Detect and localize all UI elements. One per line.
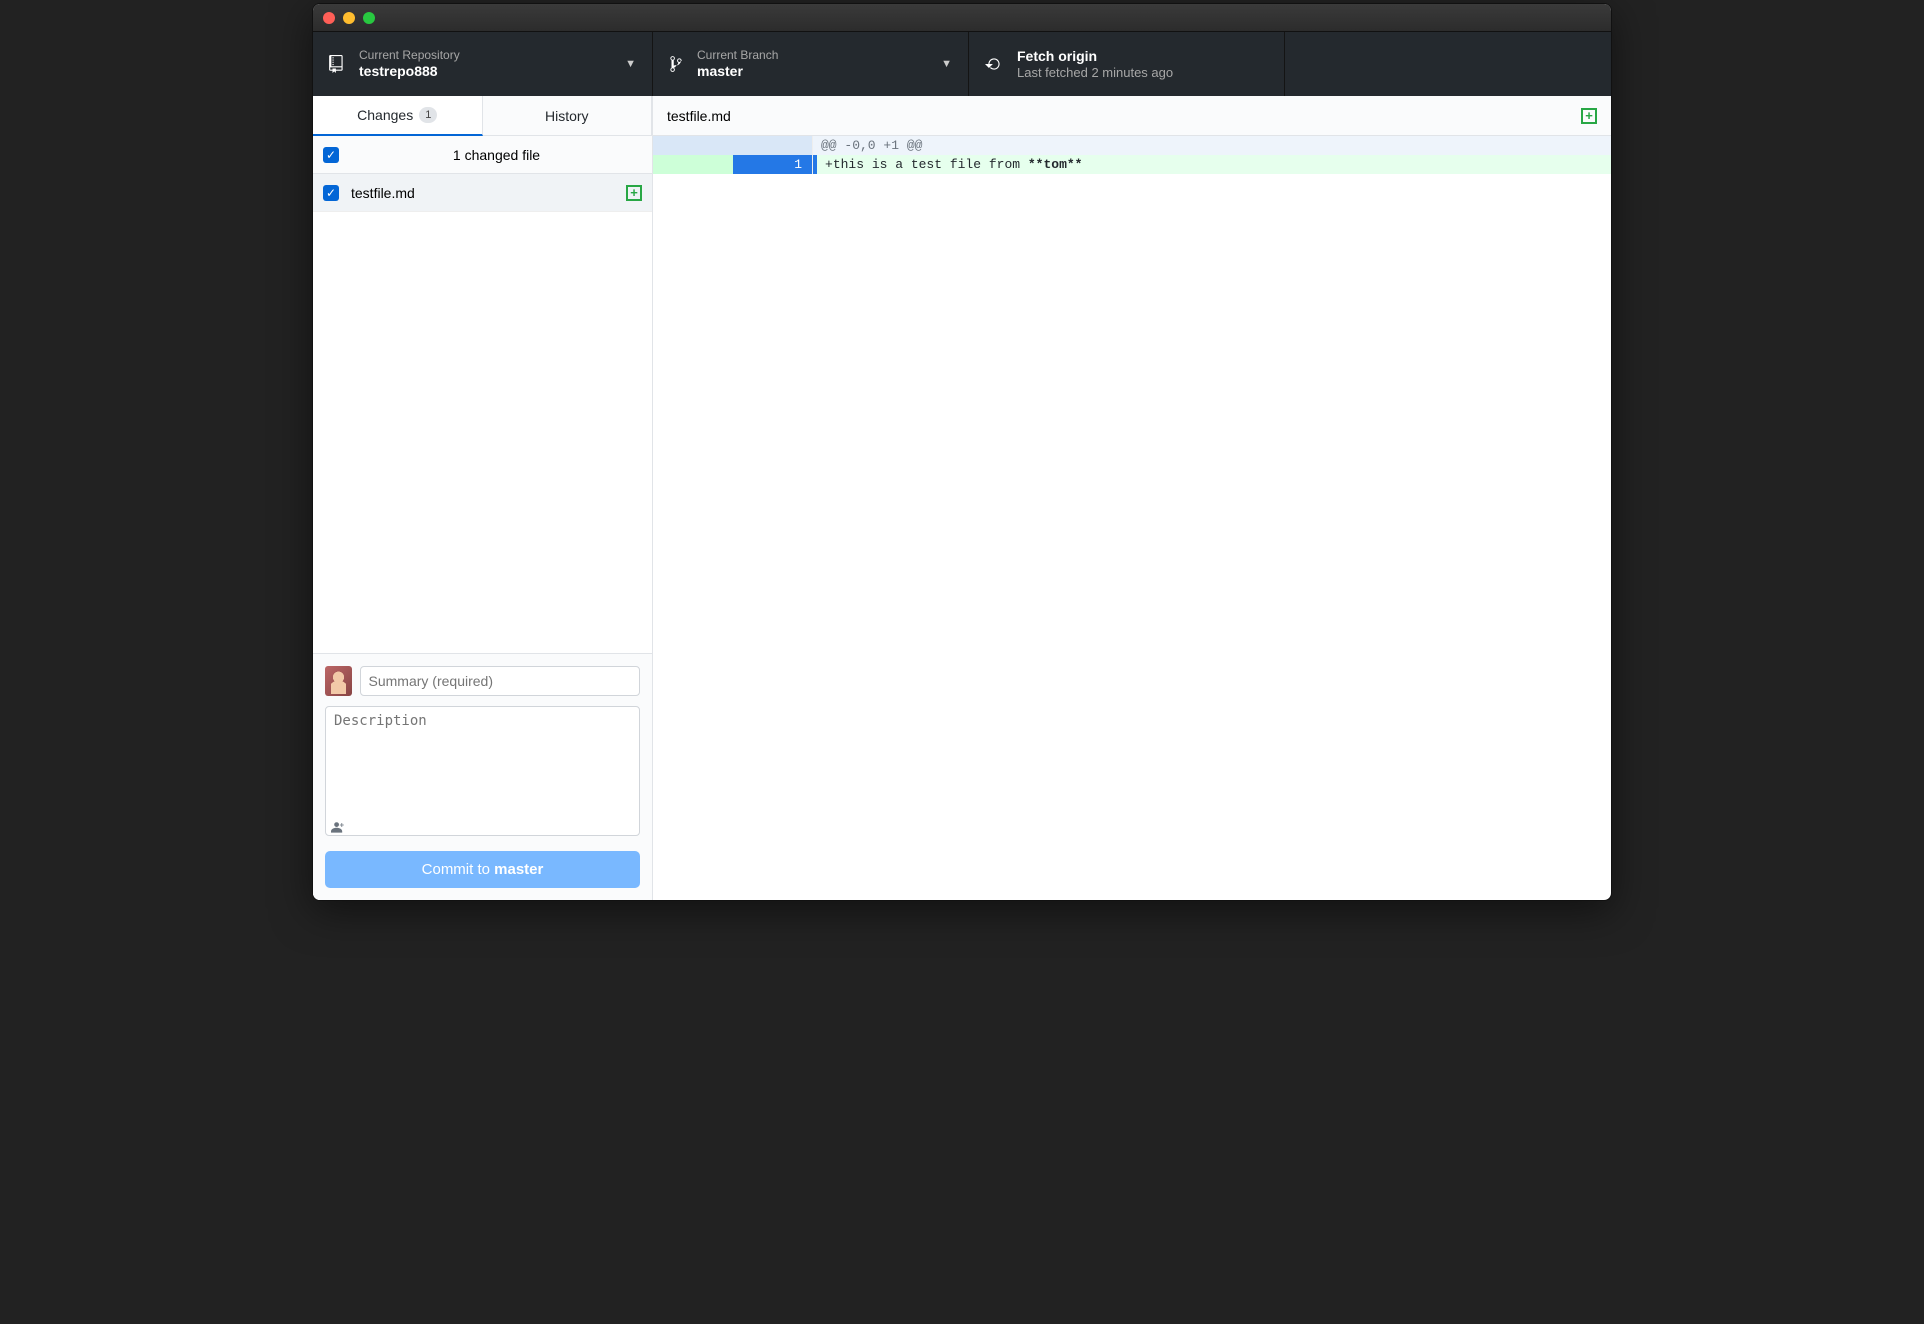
branch-label: Current Branch [697,48,778,62]
branch-icon [669,55,683,73]
commit-button-branch: master [494,861,543,878]
gutter-new: 1 [733,155,813,174]
gutter-old [653,155,733,174]
diff-header: testfile.md + [653,96,1611,136]
file-added-icon: + [626,185,642,201]
sidebar: Changes 1 History ✓ 1 changed file ✓ tes… [313,96,653,900]
fetch-title: Fetch origin [1017,48,1173,65]
changes-header: ✓ 1 changed file [313,136,652,174]
fetch-origin-button[interactable]: Fetch origin Last fetched 2 minutes ago [969,32,1285,96]
diff-panel: testfile.md + @@ -0,0 +1 @@ 1 +this is a… [653,96,1611,900]
file-name: testfile.md [351,185,614,201]
file-row[interactable]: ✓ testfile.md + [313,174,652,212]
sidebar-tabs: Changes 1 History [313,96,652,136]
diff-hunk-row: @@ -0,0 +1 @@ [653,136,1611,155]
app-window: Current Repository testrepo888 ▼ Current… [312,3,1612,901]
toolbar-spacer [1285,32,1611,96]
window-titlebar [313,4,1611,32]
changes-count-label: 1 changed file [351,147,642,163]
maximize-icon[interactable] [363,12,375,24]
select-all-checkbox[interactable]: ✓ [323,147,339,163]
repo-label: Current Repository [359,48,460,62]
diff-filename: testfile.md [667,108,731,124]
sync-icon [985,55,1003,73]
hunk-header: @@ -0,0 +1 @@ [813,136,1611,155]
repo-icon [329,55,345,73]
chevron-down-icon: ▼ [941,58,952,70]
commit-summary-input[interactable] [360,666,640,696]
tab-changes[interactable]: Changes 1 [313,96,483,136]
branch-switcher[interactable]: Current Branch master ▼ [653,32,969,96]
fetch-sub: Last fetched 2 minutes ago [1017,65,1173,81]
file-list: ✓ testfile.md + [313,174,652,653]
commit-button-prefix: Commit to [422,861,495,878]
diff-body[interactable]: @@ -0,0 +1 @@ 1 +this is a test file fro… [653,136,1611,900]
branch-value: master [697,63,778,80]
diff-added-icon: + [1581,108,1597,124]
repo-value: testrepo888 [359,63,460,80]
tab-history[interactable]: History [483,96,653,136]
commit-description-input[interactable] [325,706,640,836]
avatar [325,666,352,696]
repo-switcher[interactable]: Current Repository testrepo888 ▼ [313,32,653,96]
app-body: Changes 1 History ✓ 1 changed file ✓ tes… [313,96,1611,900]
tab-changes-count: 1 [419,107,437,123]
commit-button[interactable]: Commit to master [325,851,640,888]
tab-history-label: History [545,108,589,124]
file-checkbox[interactable]: ✓ [323,185,339,201]
close-icon[interactable] [323,12,335,24]
minimize-icon[interactable] [343,12,355,24]
diff-line-content: +this is a test file from **tom** [817,155,1611,174]
gutter-new [733,136,813,155]
diff-line-added[interactable]: 1 +this is a test file from **tom** [653,155,1611,174]
chevron-down-icon: ▼ [625,58,636,70]
gutter-old [653,136,733,155]
commit-panel: Commit to master [313,653,652,900]
add-coauthor-icon[interactable] [331,820,347,837]
app-toolbar: Current Repository testrepo888 ▼ Current… [313,32,1611,96]
tab-changes-label: Changes [357,107,413,123]
